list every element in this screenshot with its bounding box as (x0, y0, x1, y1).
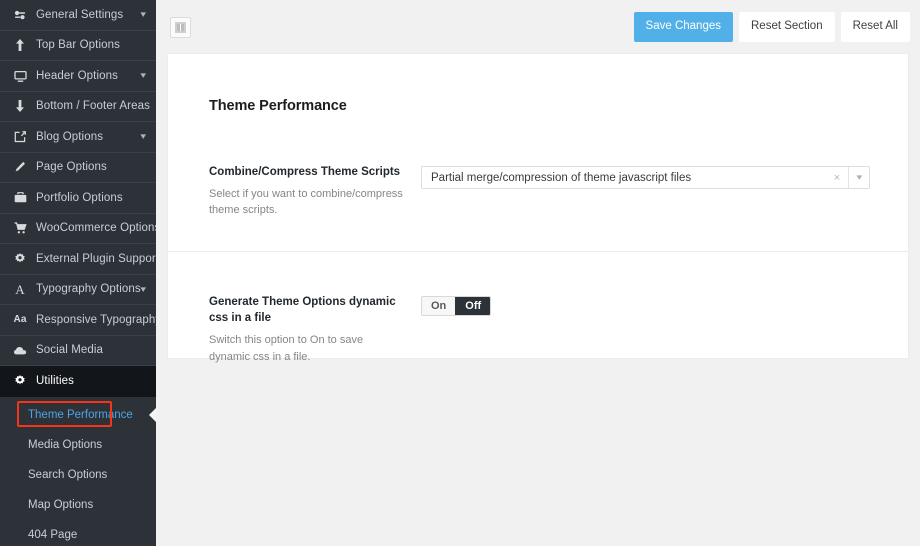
sidebar-item-woocommerce-options[interactable]: WooCommerce Options ▾ (0, 214, 156, 245)
sidebar-item-label: Header Options (36, 70, 118, 82)
sidebar-subitem-label: Map Options (28, 499, 93, 511)
arrow-up-icon (11, 39, 29, 51)
pencil-icon (11, 161, 29, 173)
sidebar-item-portfolio-options[interactable]: Portfolio Options (0, 183, 156, 214)
gear-icon (11, 375, 29, 387)
reset-section-button[interactable]: Reset Section (739, 12, 835, 42)
chevron-down-icon[interactable]: ▾ (848, 167, 869, 188)
cloud-icon (11, 346, 29, 355)
sidebar-item-label: Portfolio Options (36, 192, 123, 204)
field-control: On Off (421, 294, 908, 317)
toggle-option-off[interactable]: Off (455, 297, 490, 315)
sidebar-item-utilities[interactable]: Utilities (0, 366, 156, 397)
toolbar-actions: Save Changes Reset Section Reset All (634, 12, 910, 42)
field-label-group: Generate Theme Options dynamic css in a … (209, 294, 421, 365)
chevron-down-icon: ▾ (141, 71, 147, 80)
page-title: Theme Performance (168, 54, 908, 114)
combine-compress-select[interactable]: Partial merge/compression of theme javas… (421, 166, 870, 189)
sidebar-item-label: Top Bar Options (36, 39, 120, 51)
sidebar-item-label: Typography Options (36, 283, 141, 295)
sidebar-item-label: Responsive Typography (36, 314, 156, 326)
toggle-option-on[interactable]: On (422, 297, 455, 315)
save-changes-button[interactable]: Save Changes (634, 12, 733, 42)
expand-sections-glyph (175, 22, 186, 33)
sidebar-item-top-bar-options[interactable]: Top Bar Options (0, 31, 156, 62)
active-pointer-arrow (149, 408, 156, 422)
arrow-down-icon (11, 100, 29, 112)
sidebar-subitem-label: Theme Performance (28, 409, 133, 421)
field-label-group: Combine/Compress Theme Scripts Select if… (209, 164, 421, 219)
sidebar-item-label: Bottom / Footer Areas (36, 100, 150, 112)
monitor-icon (11, 70, 29, 82)
chevron-down-icon: ▾ (141, 132, 147, 141)
sidebar-item-social-media[interactable]: Social Media (0, 336, 156, 367)
sidebar-subitem-label: Search Options (28, 469, 107, 481)
field-description: Switch this option to On to save dynamic… (209, 332, 407, 365)
sidebar-subitem-map-options[interactable]: Map Options (0, 490, 156, 520)
select-value: Partial merge/compression of theme javas… (422, 167, 826, 188)
sidebar-subitem-media-options[interactable]: Media Options (0, 430, 156, 460)
sidebar-subitem-label: Media Options (28, 439, 102, 451)
settings-panel: Theme Performance Combine/Compress Theme… (168, 54, 908, 358)
sidebar-item-general-settings[interactable]: General Settings ▾ (0, 0, 156, 31)
options-toolbar: Save Changes Reset Section Reset All (156, 0, 920, 54)
sidebar-subitem-label: 404 Page (28, 529, 77, 541)
sidebar-item-bottom-footer-areas[interactable]: Bottom / Footer Areas (0, 92, 156, 123)
sidebar-submenu-utilities: Theme Performance Media Options Search O… (0, 397, 156, 546)
sidebar-item-typography-options[interactable]: A Typography Options ▾ (0, 275, 156, 306)
cart-icon (11, 222, 29, 234)
letter-a-icon: A (11, 283, 29, 296)
chevron-down-icon: ▾ (141, 10, 147, 19)
gear-icon (11, 253, 29, 265)
field-description: Select if you want to combine/compress t… (209, 186, 407, 219)
edit-square-icon (11, 131, 29, 143)
sidebar-item-label: Page Options (36, 161, 107, 173)
sidebar-item-label: General Settings (36, 9, 123, 21)
clear-x-icon[interactable]: × (826, 167, 848, 188)
dynamic-css-toggle[interactable]: On Off (421, 296, 491, 316)
sidebar-item-label: Social Media (36, 344, 103, 356)
sidebar-item-responsive-typography[interactable]: Aa Responsive Typography ▾ (0, 305, 156, 336)
sidebar-item-page-options[interactable]: Page Options (0, 153, 156, 184)
sliders-icon (11, 9, 29, 21)
sidebar-item-label: WooCommerce Options (36, 222, 156, 234)
sidebar-subitem-search-options[interactable]: Search Options (0, 460, 156, 490)
letter-aa-icon: Aa (11, 315, 29, 325)
field-title: Generate Theme Options dynamic css in a … (209, 294, 407, 327)
sidebar-subitem-theme-performance[interactable]: Theme Performance (0, 400, 156, 430)
sidebar-item-header-options[interactable]: Header Options ▾ (0, 61, 156, 92)
field-title: Combine/Compress Theme Scripts (209, 164, 407, 181)
sidebar-item-label: External Plugin Support (36, 253, 156, 265)
expand-sections-icon[interactable] (170, 17, 191, 38)
sidebar-item-external-plugin-support[interactable]: External Plugin Support ▾ (0, 244, 156, 275)
field-combine-compress-theme-scripts: Combine/Compress Theme Scripts Select if… (168, 114, 908, 251)
field-control: Partial merge/compression of theme javas… (421, 164, 908, 189)
field-generate-dynamic-css: Generate Theme Options dynamic css in a … (168, 252, 908, 365)
main-content: Save Changes Reset Section Reset All The… (156, 0, 920, 546)
briefcase-icon (11, 192, 29, 204)
sidebar-item-label: Utilities (36, 375, 74, 387)
reset-all-button[interactable]: Reset All (841, 12, 910, 42)
sidebar-item-blog-options[interactable]: Blog Options ▾ (0, 122, 156, 153)
admin-theme-options-page: General Settings ▾ Top Bar Options Heade… (0, 0, 920, 546)
sidebar-navigation: General Settings ▾ Top Bar Options Heade… (0, 0, 156, 546)
sidebar-subitem-404-page[interactable]: 404 Page (0, 520, 156, 546)
sidebar-item-label: Blog Options (36, 131, 103, 143)
chevron-down-icon: ▾ (141, 285, 147, 294)
